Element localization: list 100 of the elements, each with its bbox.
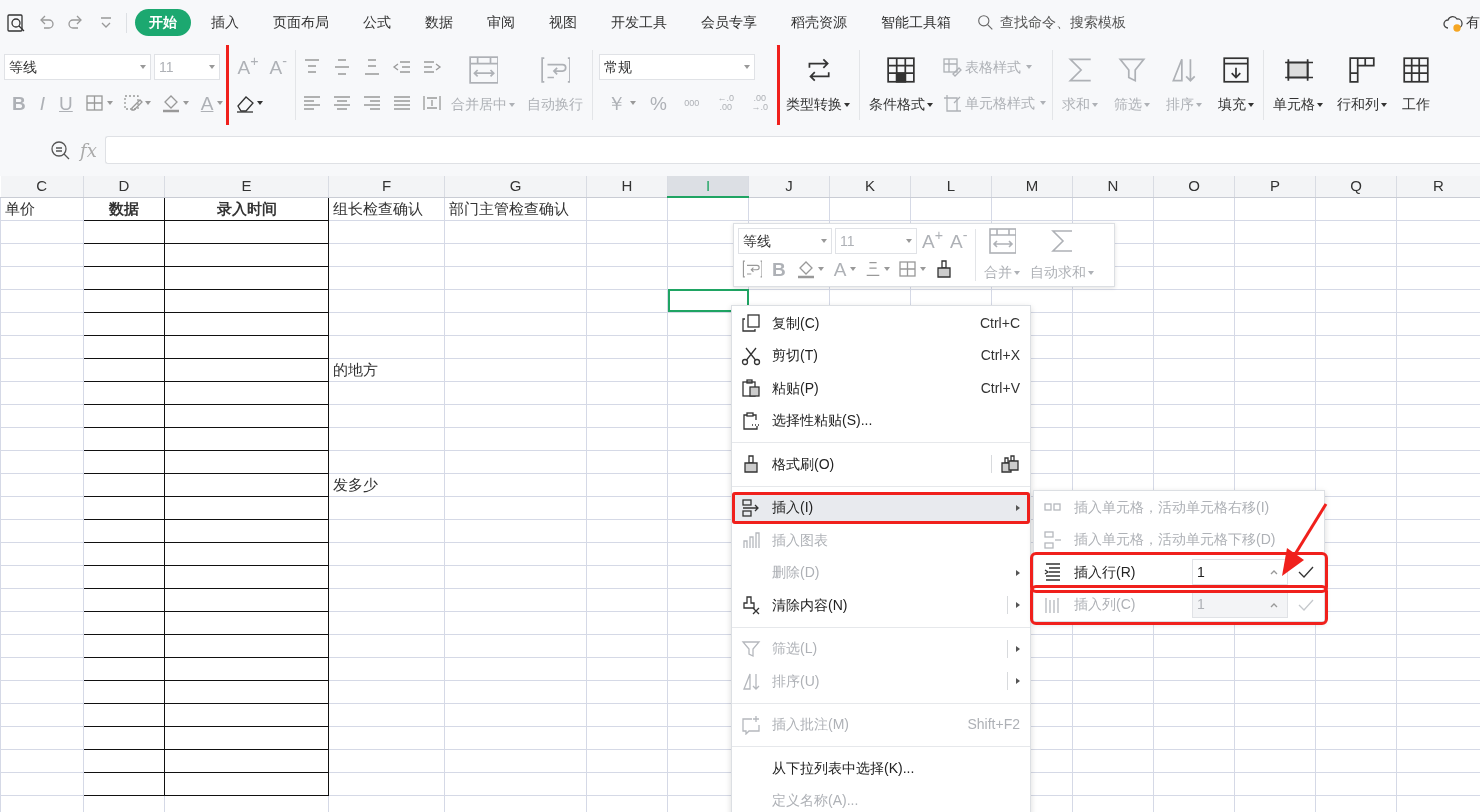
selected-cell[interactable] — [667, 289, 749, 312]
menu-tab[interactable]: 会员专享 — [687, 9, 771, 36]
column-header[interactable]: K — [829, 176, 911, 197]
scissors-icon — [741, 345, 761, 366]
column-header[interactable]: Q — [1315, 176, 1397, 197]
column-header[interactable]: H — [586, 176, 668, 197]
insert-cells-icon — [1043, 529, 1063, 550]
menu-tab[interactable]: 开发工具 — [597, 9, 681, 36]
menu-label: 插入列(C) — [1074, 595, 1136, 615]
column-header[interactable]: F — [328, 176, 445, 197]
fill-down-icon — [1220, 55, 1251, 85]
column-header[interactable]: J — [748, 176, 830, 197]
caret-icon — [920, 267, 927, 271]
cell-style-icon — [941, 93, 962, 113]
number-field[interactable]: 1 — [1192, 559, 1288, 586]
column-header[interactable]: C — [0, 176, 84, 197]
search-icon — [977, 14, 994, 31]
worksheet-button[interactable]: 工作 — [1397, 53, 1434, 117]
menu-item[interactable]: 从下拉列表中选择(K)... — [732, 752, 1030, 785]
column-header[interactable]: M — [991, 176, 1073, 197]
distributed-icon — [421, 93, 442, 113]
border-icon — [84, 93, 105, 113]
menu-tab[interactable]: 智能工具箱 — [867, 9, 965, 36]
border-icon — [898, 259, 919, 279]
caret-icon — [106, 101, 113, 105]
table-cell-text: 发多少 — [333, 475, 379, 495]
menu-tab[interactable]: 审阅 — [473, 9, 529, 36]
insert-icon — [741, 497, 761, 518]
align-left-icon — [301, 93, 322, 113]
align-right-icon — [361, 93, 382, 113]
clipboard-icon — [741, 378, 761, 399]
fill-color-icon — [795, 259, 816, 279]
font-name-dropdown[interactable]: 等线 — [738, 228, 832, 254]
menu-item[interactable]: 剪切(T) Ctrl+X — [732, 339, 1030, 372]
menu-item[interactable]: 格式刷(O) — [732, 448, 1030, 481]
caret-icon — [182, 101, 189, 105]
column-header[interactable]: G — [444, 176, 587, 197]
fill-button[interactable]: 填充 — [1214, 53, 1257, 117]
number-format-dropdown[interactable]: 常规 — [598, 54, 755, 80]
menu-tab[interactable]: 插入 — [197, 9, 253, 36]
caret-icon — [817, 267, 824, 271]
table-cell-text: 单价 — [5, 199, 36, 219]
column-header[interactable]: N — [1072, 176, 1154, 197]
column-header[interactable]: L — [910, 176, 992, 197]
shortcut-text: Ctrl+X — [980, 346, 1020, 366]
account-label[interactable]: 有 — [1466, 12, 1480, 33]
clipboard-icon — [741, 410, 761, 431]
format-painter-icon — [741, 454, 761, 475]
table-cell-text: 的地方 — [333, 360, 379, 380]
column-header[interactable]: E — [164, 176, 329, 197]
merge-icon — [467, 55, 498, 85]
menu-item[interactable]: 粘贴(P) Ctrl+V — [732, 372, 1030, 405]
rows-columns-button[interactable]: 行和列 — [1333, 53, 1390, 117]
search-field[interactable]: 查找命令、搜索模板 — [998, 11, 1168, 34]
column-header[interactable]: O — [1153, 176, 1235, 197]
menu-tab[interactable]: 页面布局 — [259, 9, 343, 36]
print-preview-icon[interactable] — [6, 12, 26, 33]
justify-icon — [391, 93, 412, 113]
sort-icon — [741, 671, 761, 692]
caret-icon — [140, 65, 146, 69]
menu-tab[interactable]: 稻壳资源 — [777, 9, 861, 36]
insert-row-icon — [1043, 562, 1063, 583]
font-name-dropdown[interactable]: 等线 — [4, 54, 151, 80]
column-header[interactable]: P — [1234, 176, 1316, 197]
menu-tab[interactable]: 数据 — [411, 9, 467, 36]
table-cell-text: 录入时间 — [215, 199, 278, 219]
caret-icon — [217, 101, 224, 105]
menu-item[interactable]: 复制(C) Ctrl+C — [732, 307, 1030, 340]
menu-tab[interactable]: 视图 — [535, 9, 591, 36]
conditional-format-button[interactable]: 条件格式 — [865, 53, 936, 117]
menu-item[interactable]: 插入(I) — [732, 491, 1030, 524]
caret-icon — [884, 267, 891, 271]
shortcut-text: Ctrl+C — [979, 313, 1020, 333]
conditional-format-icon — [122, 93, 143, 113]
fill-color-icon — [160, 93, 181, 113]
menu-item[interactable]: 清除内容(N) — [732, 589, 1030, 622]
caret-icon — [209, 65, 215, 69]
formula-field[interactable] — [104, 136, 1480, 164]
caret-icon — [144, 101, 151, 105]
column-header[interactable]: D — [83, 176, 165, 197]
shortcut-text: Ctrl+V — [980, 378, 1020, 398]
bar-chart-icon — [741, 530, 761, 551]
caret-icon — [850, 267, 857, 271]
menu-tab[interactable]: 公式 — [349, 9, 405, 36]
shortcut-text: Shift+F2 — [967, 715, 1020, 735]
rows-columns-icon — [1346, 55, 1377, 85]
menu-item[interactable]: 选择性粘贴(S)... — [732, 404, 1030, 437]
caret-icon — [906, 239, 912, 243]
caret-icon — [257, 101, 264, 105]
fx-label: fx — [80, 138, 97, 163]
type-convert-button[interactable]: 类型转换 — [782, 53, 853, 117]
cell-button[interactable]: 单元格 — [1269, 53, 1326, 117]
table-cell-text: 部门主管检查确认 — [449, 199, 570, 219]
comment-icon — [741, 714, 761, 735]
worksheet-icon — [1400, 55, 1431, 85]
menu-item[interactable]: 插入行(R) 1 — [1034, 556, 1324, 589]
clear-icon — [741, 595, 761, 616]
table-brush-icon — [941, 57, 962, 77]
align-center-icon — [331, 93, 352, 113]
column-header[interactable]: R — [1396, 176, 1480, 197]
